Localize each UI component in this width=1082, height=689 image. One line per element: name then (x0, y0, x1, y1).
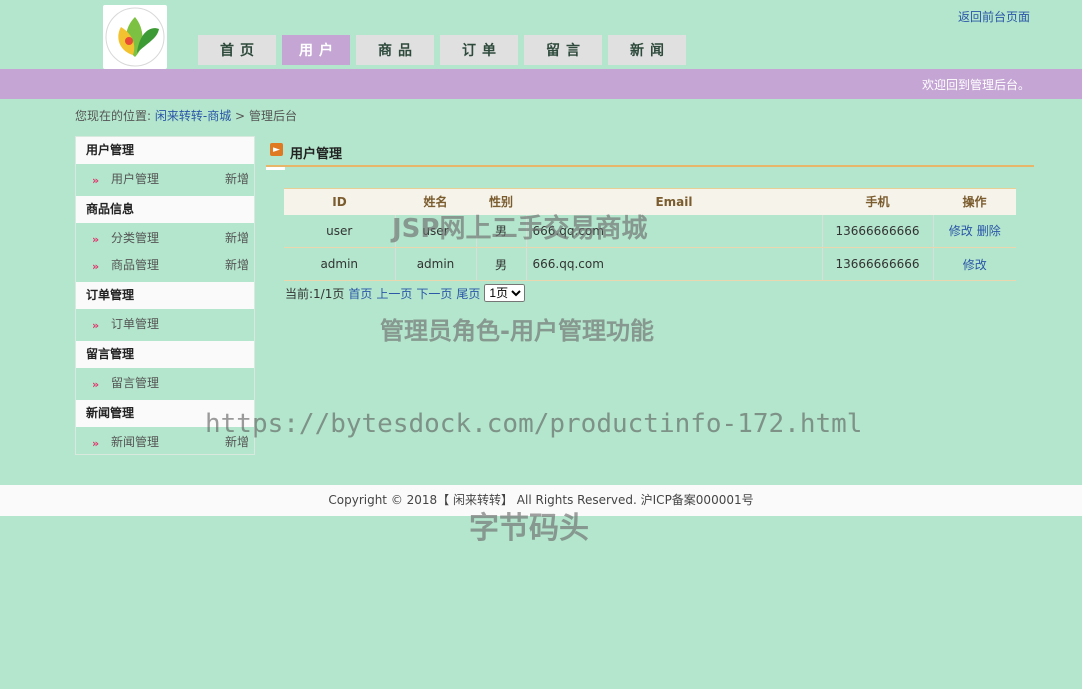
panel-arrow-icon: ► (270, 143, 283, 156)
delete-link[interactable]: 删除 (977, 224, 1001, 238)
sidebar-group-messages: 留言管理 (76, 341, 254, 368)
cell-phone: 13666666666 (822, 247, 934, 281)
sidebar-item-order-management[interactable]: » 订单管理 (76, 310, 254, 337)
sidebar-item-label: 分类管理 (111, 231, 160, 245)
watermark-url: https://bytesdock.com/productinfo-172.ht… (205, 409, 863, 439)
breadcrumb: 您现在的位置: 闲来转转-商城 > 管理后台 (75, 107, 297, 124)
last-page-link[interactable]: 尾页 (456, 285, 480, 302)
pagination: 当前:1/1页 首页 上一页 下一页 尾页 1页 (285, 284, 526, 302)
sidebar-item-product-management[interactable]: » 商品管理 新增 (76, 251, 254, 278)
sidebar-item-label: 新闻管理 (111, 435, 160, 449)
add-category-link[interactable]: 新增 (225, 224, 249, 253)
sidebar-group-users: 用户管理 (76, 137, 254, 164)
sidebar-group-products: 商品信息 (76, 196, 254, 223)
prev-page-link[interactable]: 上一页 (376, 285, 412, 302)
watermark-subtitle: 管理员角色-用户管理功能 (380, 317, 654, 345)
bullet-arrow-icon: » (92, 437, 100, 450)
cell-gender: 男 (476, 247, 527, 281)
breadcrumb-separator: > (235, 109, 246, 123)
main-nav: 首页 用户 商品 订单 留言 新闻 (198, 35, 692, 65)
breadcrumb-current: 管理后台 (248, 109, 297, 123)
sidebar-item-category-management[interactable]: » 分类管理 新增 (76, 224, 254, 251)
sidebar-item-label: 用户管理 (111, 172, 160, 186)
sidebar-item-label: 商品管理 (111, 258, 160, 272)
table-row: admin admin 男 666.qq.com 13666666666 修改 (284, 247, 1016, 281)
nav-orders[interactable]: 订单 (440, 35, 518, 65)
sidebar-item-label: 留言管理 (111, 376, 160, 390)
leaf-logo-icon (105, 7, 165, 67)
cell-id: admin (284, 247, 396, 281)
sidebar-item-user-management[interactable]: » 用户管理 新增 (76, 165, 254, 192)
cell-id: user (284, 214, 396, 248)
column-header: ID (284, 188, 395, 215)
column-header: 手机 (822, 188, 933, 215)
add-product-link[interactable]: 新增 (225, 251, 249, 280)
welcome-text: 欢迎回到管理后台。 (921, 78, 1030, 92)
cell-email: 666.qq.com (526, 247, 823, 281)
sidebar-group-orders: 订单管理 (76, 282, 254, 309)
sidebar-item-message-management[interactable]: » 留言管理 (76, 369, 254, 396)
header-bar: 欢迎回到管理后台。 (0, 69, 1082, 99)
site-logo[interactable] (103, 5, 167, 69)
add-user-link[interactable]: 新增 (225, 165, 249, 194)
bullet-arrow-icon: » (92, 233, 100, 246)
cell-ops: 修改 (933, 247, 1016, 281)
nav-products[interactable]: 商品 (356, 35, 434, 65)
first-page-link[interactable]: 首页 (348, 285, 372, 302)
page-select[interactable]: 1页 (484, 284, 526, 302)
bullet-arrow-icon: » (92, 378, 100, 391)
panel-title-accent (266, 167, 285, 170)
panel-title: 用户管理 (290, 147, 343, 162)
sidebar: 用户管理 » 用户管理 新增 商品信息 » 分类管理 新增 » 商品管理 新增 … (75, 136, 255, 455)
bullet-arrow-icon: » (92, 319, 100, 332)
watermark-title: JSP网上二手交易商城 (392, 214, 648, 244)
page-status: 当前:1/1页 (285, 286, 345, 301)
bullet-arrow-icon: » (92, 260, 100, 273)
next-page-link[interactable]: 下一页 (416, 285, 452, 302)
edit-link[interactable]: 修改 (963, 258, 987, 272)
cell-name: admin (395, 247, 477, 281)
back-to-front-link[interactable]: 返回前台页面 (958, 8, 1030, 25)
column-header: 操作 (933, 188, 1016, 215)
nav-users[interactable]: 用户 (282, 35, 350, 65)
cell-phone: 13666666666 (822, 214, 934, 248)
panel-header: ► 用户管理 (266, 140, 1034, 170)
nav-home[interactable]: 首页 (198, 35, 276, 65)
cell-ops: 修改 删除 (933, 214, 1016, 248)
bullet-arrow-icon: » (92, 174, 100, 187)
nav-news[interactable]: 新闻 (608, 35, 686, 65)
edit-link[interactable]: 修改 (949, 224, 973, 238)
breadcrumb-site-link[interactable]: 闲来转转-商城 (155, 109, 231, 123)
breadcrumb-prefix: 您现在的位置: (75, 109, 152, 123)
nav-messages[interactable]: 留言 (524, 35, 602, 65)
watermark-brand: 字节码头 (469, 511, 589, 546)
sidebar-item-label: 订单管理 (111, 317, 160, 331)
